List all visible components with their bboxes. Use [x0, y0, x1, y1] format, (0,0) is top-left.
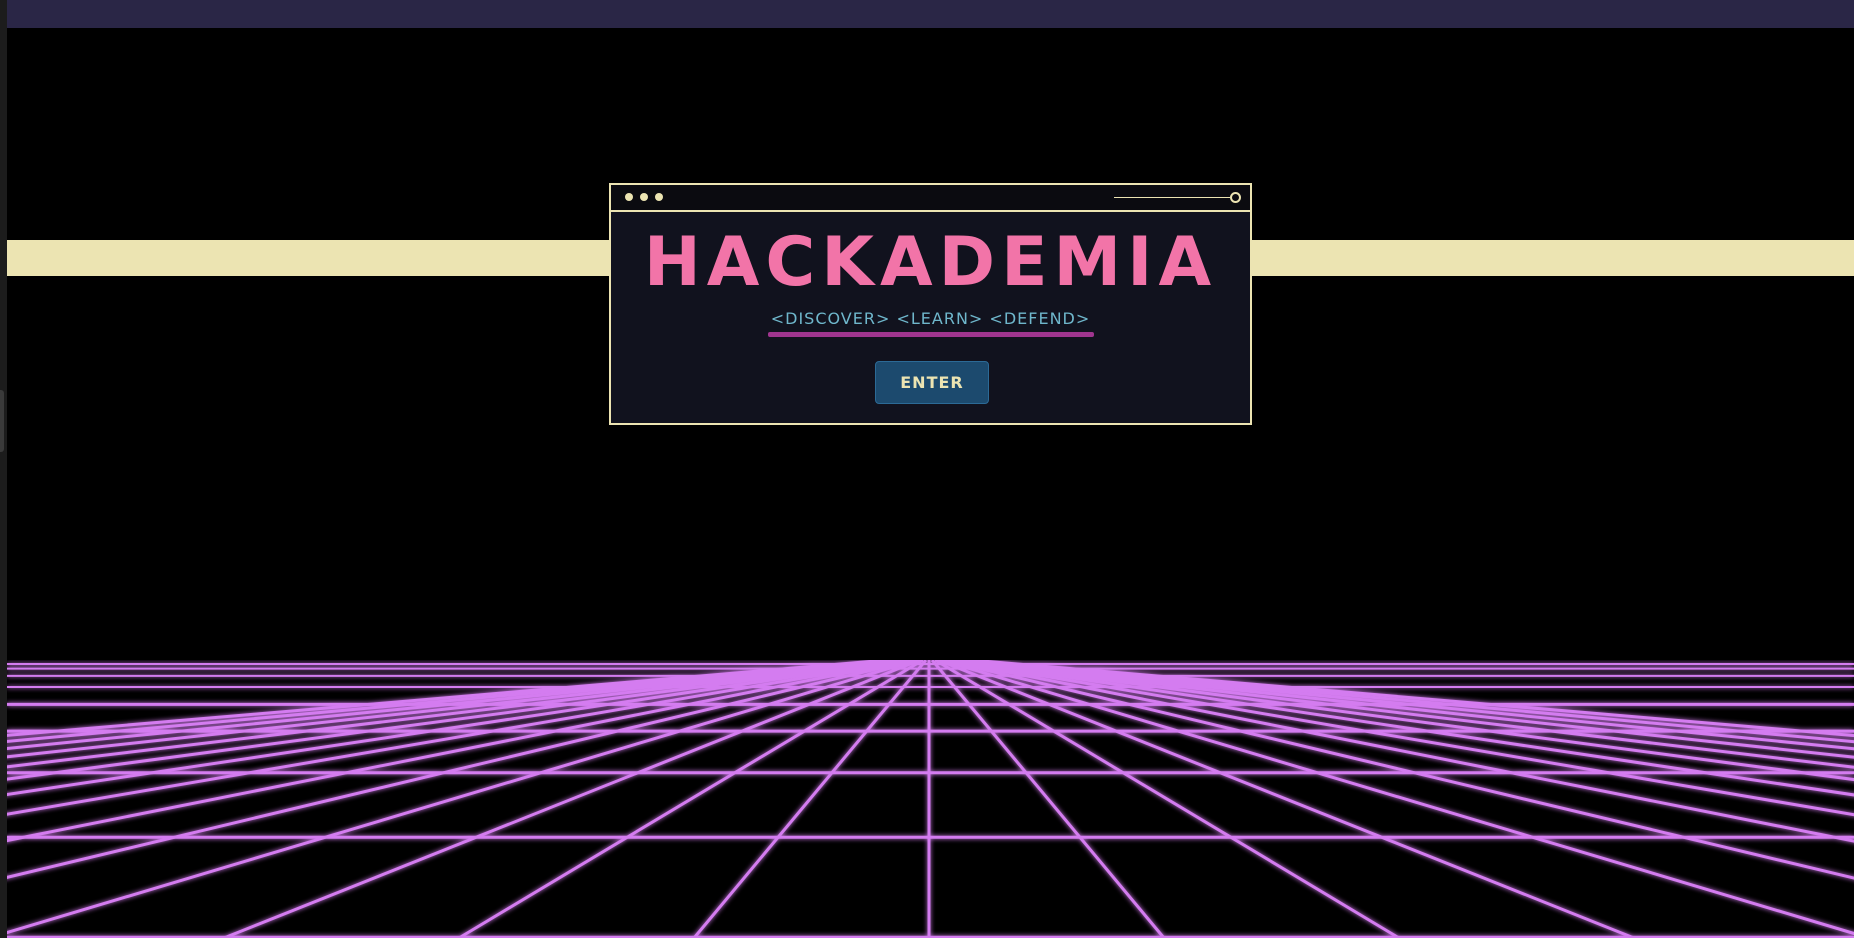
intro-window: HACKADEMIA <DISCOVER> <LEARN> <DEFEND> E… — [609, 183, 1252, 425]
window-dot-icon — [640, 193, 648, 201]
neon-grid-floor — [7, 660, 1854, 938]
top-bar — [7, 0, 1854, 28]
left-edge-handle[interactable] — [0, 390, 4, 452]
tagline: <DISCOVER> <LEARN> <DEFEND> — [770, 309, 1091, 328]
slider-track[interactable] — [1114, 197, 1230, 198]
grid-line — [458, 660, 924, 938]
window-dot-icon — [655, 193, 663, 201]
neon-grid-svg — [7, 660, 1854, 938]
grid-line — [967, 660, 1854, 744]
page-title: HACKADEMIA — [643, 223, 1218, 302]
grid-line — [934, 660, 1400, 938]
slider-knob-icon[interactable] — [1230, 192, 1241, 203]
enter-button[interactable]: ENTER — [875, 361, 989, 404]
tagline-underline — [768, 332, 1094, 337]
window-dot-icon — [625, 193, 633, 201]
page: HACKADEMIA <DISCOVER> <LEARN> <DEFEND> E… — [0, 0, 1854, 938]
grid-line — [930, 660, 1166, 938]
left-edge-strip — [0, 0, 7, 938]
window-titlebar — [611, 185, 1250, 212]
grid-line — [692, 660, 928, 938]
